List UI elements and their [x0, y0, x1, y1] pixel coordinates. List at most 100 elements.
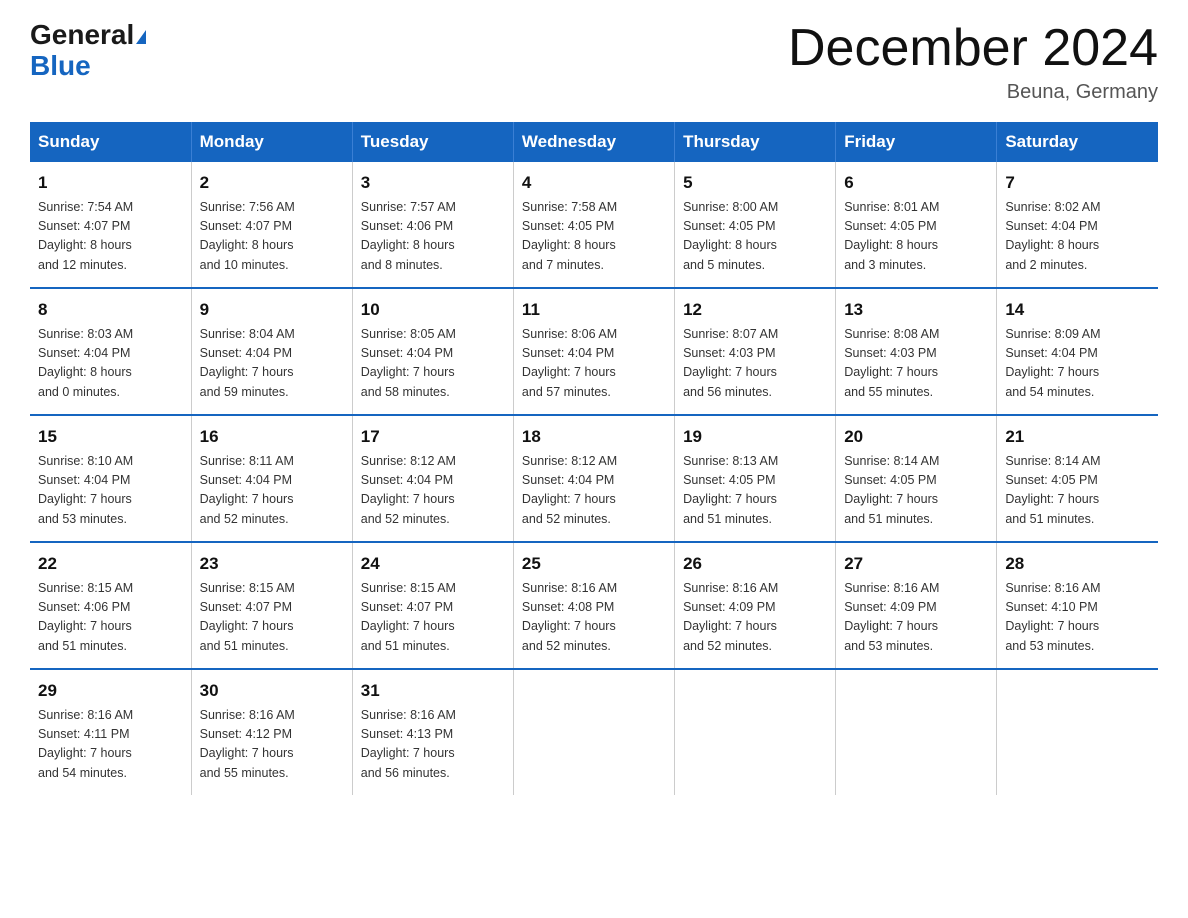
day-info-line: and 55 minutes. [200, 764, 344, 783]
day-info-line: and 10 minutes. [200, 256, 344, 275]
day-cell-21: 21Sunrise: 8:14 AMSunset: 4:05 PMDayligh… [997, 415, 1158, 542]
day-info-line: Sunrise: 8:16 AM [683, 579, 827, 598]
day-info-line: and 54 minutes. [1005, 383, 1150, 402]
day-info-line: and 12 minutes. [38, 256, 183, 275]
day-info-line: Sunset: 4:05 PM [683, 471, 827, 490]
day-info-line: Daylight: 7 hours [844, 490, 988, 509]
day-info-line: Sunrise: 8:08 AM [844, 325, 988, 344]
day-info-line: Sunrise: 7:56 AM [200, 198, 344, 217]
day-info-line: Sunrise: 8:05 AM [361, 325, 505, 344]
day-number: 26 [683, 551, 827, 577]
day-info-line: Daylight: 8 hours [844, 236, 988, 255]
day-info-line: Daylight: 7 hours [683, 363, 827, 382]
day-info-line: and 52 minutes. [683, 637, 827, 656]
day-info-line: and 7 minutes. [522, 256, 666, 275]
day-info-line: Sunset: 4:04 PM [200, 344, 344, 363]
day-info-line: Sunrise: 8:13 AM [683, 452, 827, 471]
day-info-line: Daylight: 7 hours [361, 617, 505, 636]
day-info: Sunrise: 8:14 AMSunset: 4:05 PMDaylight:… [1005, 452, 1150, 530]
week-row-5: 29Sunrise: 8:16 AMSunset: 4:11 PMDayligh… [30, 669, 1158, 795]
day-info-line: Sunset: 4:07 PM [361, 598, 505, 617]
day-number: 28 [1005, 551, 1150, 577]
day-info-line: and 53 minutes. [1005, 637, 1150, 656]
day-cell-empty-3 [513, 669, 674, 795]
day-info-line: Sunrise: 8:12 AM [522, 452, 666, 471]
day-info-line: Sunrise: 7:58 AM [522, 198, 666, 217]
day-cell-20: 20Sunrise: 8:14 AMSunset: 4:05 PMDayligh… [836, 415, 997, 542]
day-number: 5 [683, 170, 827, 196]
day-info-line: Daylight: 8 hours [200, 236, 344, 255]
day-info-line: Daylight: 8 hours [38, 363, 183, 382]
day-info: Sunrise: 8:05 AMSunset: 4:04 PMDaylight:… [361, 325, 505, 403]
day-info: Sunrise: 8:15 AMSunset: 4:07 PMDaylight:… [361, 579, 505, 657]
day-info-line: Sunrise: 8:14 AM [844, 452, 988, 471]
day-number: 16 [200, 424, 344, 450]
day-info-line: Daylight: 7 hours [361, 744, 505, 763]
day-cell-17: 17Sunrise: 8:12 AMSunset: 4:04 PMDayligh… [352, 415, 513, 542]
day-info-line: and 51 minutes. [38, 637, 183, 656]
day-info-line: Sunrise: 8:16 AM [361, 706, 505, 725]
header: General Blue December 2024 Beuna, German… [30, 20, 1158, 104]
day-number: 12 [683, 297, 827, 323]
day-cell-8: 8Sunrise: 8:03 AMSunset: 4:04 PMDaylight… [30, 288, 191, 415]
day-cell-empty-4 [675, 669, 836, 795]
day-info-line: Sunset: 4:11 PM [38, 725, 183, 744]
day-number: 25 [522, 551, 666, 577]
day-cell-1: 1Sunrise: 7:54 AMSunset: 4:07 PMDaylight… [30, 162, 191, 288]
day-number: 6 [844, 170, 988, 196]
day-info-line: Sunrise: 7:57 AM [361, 198, 505, 217]
day-number: 20 [844, 424, 988, 450]
day-info-line: Daylight: 7 hours [1005, 490, 1150, 509]
day-cell-24: 24Sunrise: 8:15 AMSunset: 4:07 PMDayligh… [352, 542, 513, 669]
day-cell-10: 10Sunrise: 8:05 AMSunset: 4:04 PMDayligh… [352, 288, 513, 415]
logo: General Blue [30, 20, 146, 82]
day-info: Sunrise: 8:14 AMSunset: 4:05 PMDaylight:… [844, 452, 988, 530]
day-cell-7: 7Sunrise: 8:02 AMSunset: 4:04 PMDaylight… [997, 162, 1158, 288]
day-info-line: Daylight: 8 hours [522, 236, 666, 255]
day-info: Sunrise: 8:16 AMSunset: 4:10 PMDaylight:… [1005, 579, 1150, 657]
day-number: 19 [683, 424, 827, 450]
week-row-2: 8Sunrise: 8:03 AMSunset: 4:04 PMDaylight… [30, 288, 1158, 415]
day-cell-5: 5Sunrise: 8:00 AMSunset: 4:05 PMDaylight… [675, 162, 836, 288]
day-info-line: Sunset: 4:05 PM [844, 217, 988, 236]
day-info-line: Sunrise: 8:12 AM [361, 452, 505, 471]
day-info-line: and 55 minutes. [844, 383, 988, 402]
header-day-monday: Monday [191, 122, 352, 162]
day-info-line: and 8 minutes. [361, 256, 505, 275]
day-info-line: Daylight: 7 hours [522, 617, 666, 636]
week-row-1: 1Sunrise: 7:54 AMSunset: 4:07 PMDaylight… [30, 162, 1158, 288]
day-info-line: Sunrise: 8:00 AM [683, 198, 827, 217]
day-info-line: Daylight: 7 hours [522, 490, 666, 509]
day-info-line: Sunset: 4:03 PM [844, 344, 988, 363]
day-info-line: and 52 minutes. [522, 637, 666, 656]
day-number: 13 [844, 297, 988, 323]
day-info: Sunrise: 8:16 AMSunset: 4:08 PMDaylight:… [522, 579, 666, 657]
day-number: 9 [200, 297, 344, 323]
day-info-line: Sunset: 4:04 PM [1005, 217, 1150, 236]
day-cell-empty-6 [997, 669, 1158, 795]
day-number: 4 [522, 170, 666, 196]
day-number: 10 [361, 297, 505, 323]
day-info-line: Sunset: 4:07 PM [38, 217, 183, 236]
logo-blue: Blue [30, 50, 91, 81]
day-number: 24 [361, 551, 505, 577]
day-info: Sunrise: 8:15 AMSunset: 4:07 PMDaylight:… [200, 579, 344, 657]
day-info-line: and 5 minutes. [683, 256, 827, 275]
day-number: 27 [844, 551, 988, 577]
day-number: 30 [200, 678, 344, 704]
day-info-line: Daylight: 7 hours [200, 744, 344, 763]
day-number: 1 [38, 170, 183, 196]
day-info-line: Sunset: 4:09 PM [683, 598, 827, 617]
header-day-wednesday: Wednesday [513, 122, 674, 162]
day-info-line: Sunset: 4:12 PM [200, 725, 344, 744]
day-info-line: Daylight: 7 hours [361, 363, 505, 382]
day-info-line: Daylight: 7 hours [38, 744, 183, 763]
day-info-line: Daylight: 7 hours [361, 490, 505, 509]
day-info-line: Sunrise: 8:15 AM [38, 579, 183, 598]
day-number: 2 [200, 170, 344, 196]
day-cell-6: 6Sunrise: 8:01 AMSunset: 4:05 PMDaylight… [836, 162, 997, 288]
day-cell-14: 14Sunrise: 8:09 AMSunset: 4:04 PMDayligh… [997, 288, 1158, 415]
logo-triangle-icon [136, 30, 146, 44]
day-info-line: Sunrise: 8:02 AM [1005, 198, 1150, 217]
logo-general: General [30, 19, 134, 50]
